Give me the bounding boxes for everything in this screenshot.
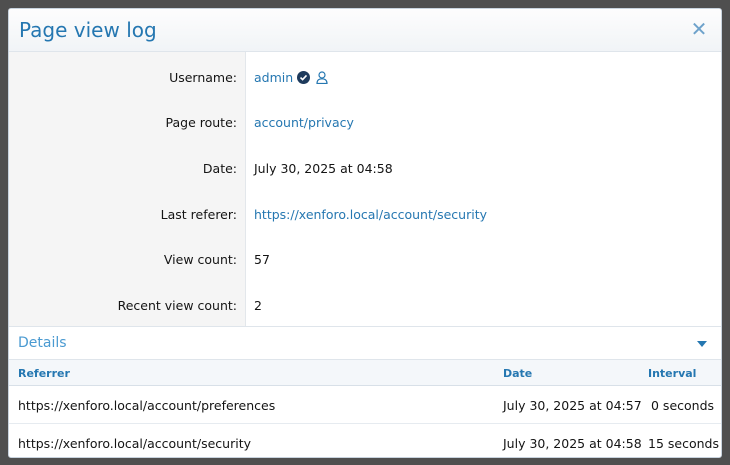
field-page-route: Page route: account/privacy (9, 115, 715, 135)
row-interval: 0 seconds (651, 398, 715, 413)
chevron-down-icon[interactable] (697, 341, 707, 347)
labels-column (9, 52, 246, 326)
last-referer-link[interactable]: https://xenforo.local/account/security (254, 207, 487, 222)
date-value: July 30, 2025 at 04:58 (254, 161, 393, 176)
details-section-header[interactable]: Details (9, 327, 721, 360)
row-interval: 15 seconds (648, 436, 719, 451)
recent-view-count-value: 2 (254, 298, 262, 313)
view-count-value: 57 (254, 252, 270, 267)
page-view-log-dialog: Page view log ✕ Username: admin Page rou… (8, 8, 722, 458)
dialog-title: Page view log (19, 18, 157, 42)
field-view-count: View count: 57 (9, 252, 715, 272)
username-link[interactable]: admin (254, 70, 293, 85)
row-date: July 30, 2025 at 04:58 (503, 436, 642, 451)
last-referer-label: Last referer: (160, 207, 237, 222)
field-last-referer: Last referer: https://xenforo.local/acco… (9, 207, 715, 227)
row-date: July 30, 2025 at 04:57 (503, 398, 642, 413)
details-title: Details (18, 335, 67, 351)
table-row: https://xenforo.local/account/security J… (9, 424, 721, 457)
view-count-label: View count: (163, 252, 237, 267)
dialog-header: Page view log ✕ (9, 9, 721, 52)
field-recent-view-count: Recent view count: 2 (9, 298, 715, 318)
log-fields: Username: admin Page route: account/priv… (9, 52, 721, 327)
page-route-label: Page route: (165, 115, 237, 130)
recent-view-count-label: Recent view count: (117, 298, 237, 313)
table-row: https://xenforo.local/account/preference… (9, 386, 721, 424)
field-date: Date: July 30, 2025 at 04:58 (9, 161, 715, 181)
user-profile-icon[interactable] (316, 71, 328, 87)
username-value: admin (254, 70, 328, 87)
date-label: Date: (202, 161, 237, 176)
row-referrer-link[interactable]: https://xenforo.local/account/security (18, 436, 251, 451)
row-referrer-link[interactable]: https://xenforo.local/account/preference… (18, 398, 275, 413)
field-username: Username: admin (9, 70, 715, 90)
column-referrer: Referrer (18, 367, 70, 380)
details-table-header: Referrer Date Interval (9, 360, 721, 386)
verified-badge-icon (297, 71, 311, 84)
page-route-link[interactable]: account/privacy (254, 115, 354, 130)
column-interval: Interval (648, 367, 697, 380)
username-label: Username: (169, 70, 237, 85)
column-date: Date (503, 367, 533, 380)
close-icon[interactable]: ✕ (689, 17, 709, 41)
